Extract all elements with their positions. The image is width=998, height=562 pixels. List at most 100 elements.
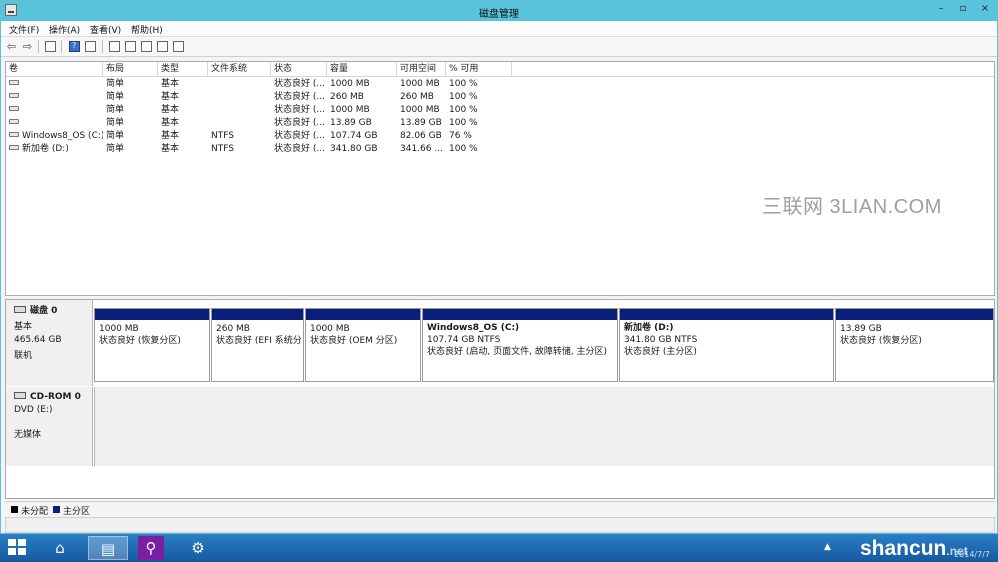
- volume-status-cell: 状态良好 (...: [274, 144, 325, 154]
- cdrom-0-label[interactable]: CD-ROM 0 DVD (E:) 无媒体: [6, 387, 93, 466]
- partition-status: 状态良好 (主分区): [624, 347, 697, 357]
- volume-type-cell: 基本: [161, 118, 180, 128]
- menu-help[interactable]: 帮助(H): [131, 23, 163, 36]
- volume-type-cell: 基本: [161, 131, 180, 141]
- volume-name-cell: [6, 117, 103, 130]
- toolbar-divider: [38, 40, 39, 53]
- toolbar-divider: [102, 40, 103, 53]
- title-bar: 磁盘管理 – ▫ ×: [1, 1, 997, 21]
- menu-view[interactable]: 查看(V): [90, 23, 121, 36]
- partition-oem[interactable]: 1000 MB 状态良好 (OEM 分区): [305, 308, 421, 382]
- volume-disk-icon: [9, 93, 19, 98]
- column-header-type[interactable]: 类型: [158, 62, 208, 77]
- search-icon[interactable]: [157, 41, 168, 52]
- minimize-button[interactable]: –: [931, 3, 951, 17]
- disk-management-taskbar-icon[interactable]: ▤: [88, 536, 128, 560]
- volume-percent-cell: 100 %: [449, 105, 478, 115]
- search-app-icon[interactable]: ⚲: [138, 536, 164, 560]
- column-header-filesystem[interactable]: 文件系统: [208, 62, 271, 77]
- menu-action[interactable]: 操作(A): [49, 23, 80, 36]
- menu-file[interactable]: 文件(F): [9, 23, 39, 36]
- help-icon[interactable]: [69, 41, 80, 52]
- back-arrow-icon[interactable]: ⇦: [5, 40, 18, 53]
- volume-list-pane: 卷 布局 类型 文件系统 状态 容量 可用空间 % 可用 简单 基本 状态良好 …: [5, 61, 995, 296]
- legend-bar: 未分配 主分区: [5, 501, 995, 517]
- partition-windows-c[interactable]: Windows8_OS (C:) 107.74 GB NTFS 状态良好 (启动…: [422, 308, 618, 382]
- volume-row[interactable]: 简单 基本 状态良好 (... 1000 MB 1000 MB 100 %: [6, 78, 994, 91]
- volume-capacity-cell: 1000 MB: [330, 79, 370, 89]
- column-header-layout[interactable]: 布局: [103, 62, 158, 77]
- volume-status-cell: 状态良好 (...: [274, 92, 325, 102]
- window-title: 磁盘管理: [479, 9, 519, 20]
- toolbar-divider: [61, 40, 62, 53]
- primary-partition-swatch: [53, 506, 60, 513]
- home-icon[interactable]: ⌂: [40, 536, 80, 560]
- volume-type-cell: 基本: [161, 144, 180, 154]
- volume-disk-icon: [9, 132, 19, 137]
- disk-0-state: 联机: [14, 351, 33, 361]
- column-header-free-space[interactable]: 可用空间: [397, 62, 446, 77]
- volume-name-cell: [6, 78, 103, 91]
- brand-logo: shancun.net: [860, 537, 968, 560]
- partition-efi[interactable]: 260 MB 状态良好 (EFI 系统分: [211, 308, 304, 382]
- volume-row[interactable]: Windows8_OS (C:) 简单 基本 NTFS 状态良好 (... 10…: [6, 130, 994, 143]
- volume-row[interactable]: 新加卷 (D:) 简单 基本 NTFS 状态良好 (... 341.80 GB …: [6, 143, 994, 156]
- partition-new-volume-d[interactable]: 新加卷 (D:) 341.80 GB NTFS 状态良好 (主分区): [619, 308, 834, 382]
- column-header-status[interactable]: 状态: [271, 62, 327, 77]
- cdrom-0-media: 无媒体: [14, 430, 42, 440]
- disk-0-label[interactable]: 磁盘 0 基本 465.64 GB 联机: [6, 300, 93, 386]
- legend-unallocated: 未分配: [21, 507, 49, 517]
- volume-fs-cell: [208, 78, 271, 91]
- view-settings-icon[interactable]: [173, 41, 184, 52]
- column-header-capacity[interactable]: 容量: [327, 62, 397, 77]
- disk-0-name: 磁盘 0: [30, 306, 58, 316]
- volume-disk-icon: [9, 119, 19, 124]
- primary-partition-bar: [620, 309, 833, 320]
- tools-icon[interactable]: ⚙: [178, 536, 218, 560]
- partition-size: 13.89 GB: [840, 324, 882, 334]
- close-button[interactable]: ×: [975, 3, 995, 17]
- volume-fs-cell: [208, 91, 271, 104]
- toolbar: ⇦ ⇨: [1, 37, 997, 57]
- volume-capacity-cell: 13.89 GB: [330, 118, 372, 128]
- console-tree-icon[interactable]: [45, 41, 56, 52]
- volume-type-cell: 基本: [161, 79, 180, 89]
- volume-capacity-cell: 341.80 GB: [330, 144, 378, 154]
- show-hidden-icons-icon[interactable]: ▲: [824, 542, 831, 552]
- partition-name: Windows8_OS (C:): [427, 323, 520, 333]
- column-header-volume[interactable]: 卷: [6, 62, 103, 77]
- refresh-icon[interactable]: [109, 41, 120, 52]
- cdrom-0-name: CD-ROM 0: [30, 392, 81, 402]
- volume-percent-cell: 100 %: [449, 92, 478, 102]
- properties-icon[interactable]: [85, 41, 96, 52]
- volume-row[interactable]: 简单 基本 状态良好 (... 1000 MB 1000 MB 100 %: [6, 104, 994, 117]
- maximize-button[interactable]: ▫: [953, 3, 973, 17]
- connect-icon[interactable]: [125, 41, 136, 52]
- disk-graphical-pane: 磁盘 0 基本 465.64 GB 联机 1000 MB 状态良好 (恢复分区)…: [5, 299, 995, 499]
- volume-layout-cell: 简单: [106, 118, 125, 128]
- volume-fs-cell: [208, 117, 271, 130]
- volume-status-cell: 状态良好 (...: [274, 118, 325, 128]
- partition-status: 状态良好 (恢复分区): [99, 336, 181, 346]
- start-button[interactable]: [8, 539, 28, 557]
- watermark-text: 三联网 3LIAN.COM: [762, 196, 942, 218]
- system-tray: ▲ shancun.net 2014/7/7: [824, 536, 994, 560]
- volume-row[interactable]: 简单 基本 状态良好 (... 260 MB 260 MB 100 %: [6, 91, 994, 104]
- open-folder-icon[interactable]: [141, 41, 152, 52]
- volume-list-header: 卷 布局 类型 文件系统 状态 容量 可用空间 % 可用: [6, 62, 994, 77]
- volume-capacity-cell: 107.74 GB: [330, 131, 378, 141]
- volume-row[interactable]: 简单 基本 状态良好 (... 13.89 GB 13.89 GB 100 %: [6, 117, 994, 130]
- volume-layout-cell: 简单: [106, 92, 125, 102]
- column-header-percent-free[interactable]: % 可用: [446, 62, 512, 77]
- primary-partition-bar: [212, 309, 303, 320]
- cdrom-0-region[interactable]: [94, 387, 994, 466]
- cdrom-drive-icon: [14, 392, 26, 399]
- hard-disk-icon: [14, 306, 26, 313]
- forward-arrow-icon[interactable]: ⇨: [21, 40, 34, 53]
- volume-percent-cell: 100 %: [449, 144, 478, 154]
- partition-size: 341.80 GB NTFS: [624, 335, 698, 345]
- partition-status: 状态良好 (恢复分区): [840, 336, 922, 346]
- partition-recovery-1[interactable]: 1000 MB 状态良好 (恢复分区): [94, 308, 210, 382]
- partition-recovery-2[interactable]: 13.89 GB 状态良好 (恢复分区): [835, 308, 994, 382]
- primary-partition-bar: [836, 309, 993, 320]
